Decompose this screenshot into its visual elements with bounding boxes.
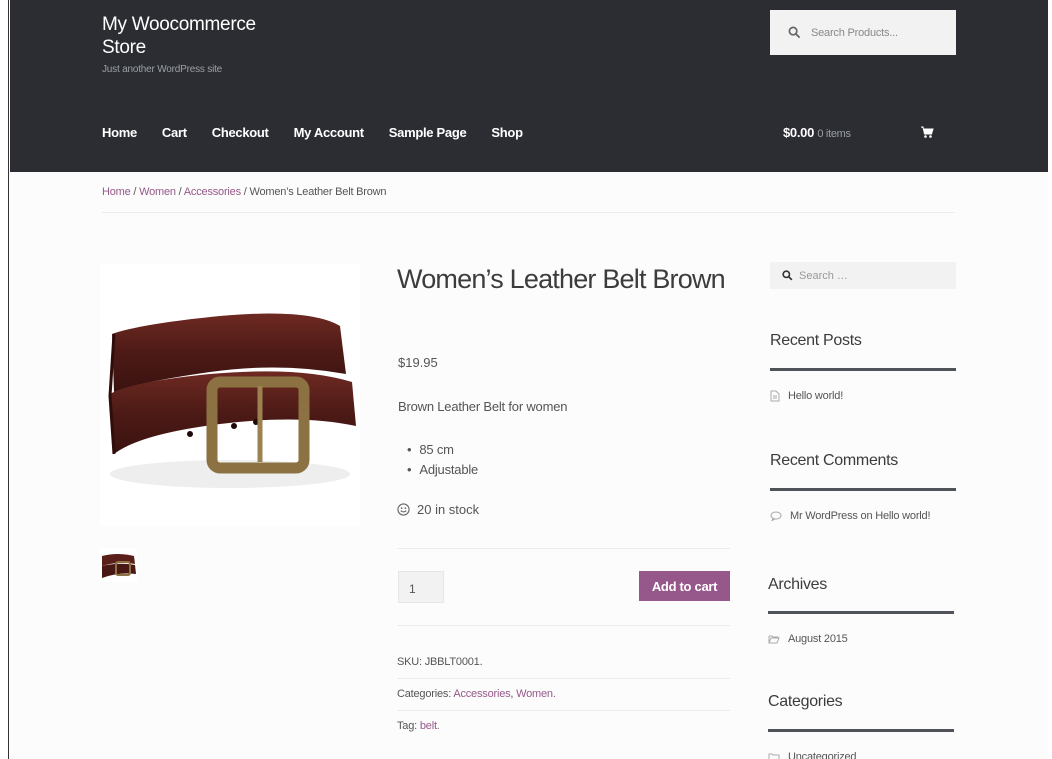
tag-link-belt[interactable]: belt.	[420, 720, 440, 732]
search-icon	[782, 270, 793, 281]
search-icon	[788, 26, 801, 39]
nav-checkout[interactable]: Checkout	[212, 125, 269, 140]
nav-home[interactable]: Home	[102, 125, 137, 140]
comment-icon	[770, 511, 782, 521]
breadcrumb-sep: /	[130, 186, 140, 198]
product-sku: SKU: JBBLT0001.	[397, 656, 483, 668]
categories-label: Categories:	[397, 688, 452, 700]
nav-cart[interactable]: Cart	[162, 125, 187, 140]
site-header: My Woocommerce Store Just another WordPr…	[10, 0, 1048, 172]
product-tags: Tag: belt.	[397, 720, 440, 732]
shopping-cart-icon[interactable]	[920, 125, 934, 139]
product-main-image[interactable]	[100, 264, 360, 526]
site-title[interactable]: My Woocommerce Store	[102, 13, 302, 59]
category-sep: ,	[510, 688, 514, 700]
product-categories: Categories: Accessories, Women.	[397, 688, 556, 700]
product-features: 85 cm Adjustable	[407, 440, 478, 480]
sku-label: SKU:	[397, 656, 422, 668]
nav-sample-page[interactable]: Sample Page	[389, 125, 467, 140]
window-edge-left	[0, 0, 9, 759]
add-to-cart-button[interactable]: Add to cart	[639, 571, 730, 601]
quantity-input[interactable]: 1	[398, 571, 444, 603]
smile-icon	[397, 503, 410, 516]
tag-label: Tag:	[397, 720, 417, 732]
widget-rule	[770, 488, 956, 491]
divider	[397, 710, 730, 711]
widget-rule	[768, 611, 954, 614]
list-item: Adjustable	[407, 460, 478, 480]
stock-status: 20 in stock	[397, 502, 479, 517]
product-short-description: Brown Leather Belt for women	[398, 399, 568, 414]
widget-title-categories: Categories	[768, 693, 843, 710]
recent-post-item: Hello world!	[770, 390, 843, 402]
product-price: $19.95	[398, 355, 438, 370]
category-link[interactable]: Uncategorized	[788, 751, 857, 759]
breadcrumb: Home / Women / Accessories / Women’s Lea…	[102, 186, 387, 198]
archive-item: August 2015	[768, 633, 848, 645]
divider	[397, 625, 730, 626]
sku-value: JBBLT0001.	[424, 656, 483, 668]
product-title: Women’s Leather Belt Brown	[397, 264, 726, 294]
folder-icon	[768, 753, 780, 759]
widget-title-recent-posts: Recent Posts	[770, 332, 862, 349]
breadcrumb-home[interactable]: Home	[102, 186, 131, 198]
divider	[397, 678, 730, 679]
sidebar-search-input[interactable]: Search …	[770, 262, 956, 289]
window-edge-right	[1048, 0, 1052, 759]
recent-comment-link[interactable]: Mr WordPress on Hello world!	[790, 510, 930, 522]
site-tagline: Just another WordPress site	[102, 64, 223, 75]
category-link-accessories[interactable]: Accessories	[453, 688, 510, 700]
breadcrumb-accessories[interactable]: Accessories	[184, 186, 241, 198]
breadcrumb-sep: /	[175, 186, 184, 198]
recent-post-link[interactable]: Hello world!	[788, 390, 843, 402]
primary-nav: Home Cart Checkout My Account Sample Pag…	[102, 125, 548, 140]
header-cart-total[interactable]: $0.00 0 items	[783, 125, 851, 140]
product-search-input[interactable]: Search Products...	[770, 10, 956, 55]
breadcrumb-divider	[102, 212, 955, 213]
widget-rule	[770, 368, 956, 371]
cart-amount: $0.00	[783, 125, 815, 140]
nav-shop[interactable]: Shop	[491, 125, 523, 140]
category-item: Uncategorized	[768, 751, 857, 759]
breadcrumb-current: Women’s Leather Belt Brown	[249, 186, 387, 198]
stock-text: 20 in stock	[417, 502, 480, 517]
search-placeholder: Search Products...	[811, 26, 898, 39]
widget-rule	[768, 729, 954, 732]
nav-my-account[interactable]: My Account	[294, 125, 365, 140]
belt-image	[108, 313, 356, 488]
widget-title-archives: Archives	[768, 576, 827, 593]
recent-comment-item: Mr WordPress on Hello world!	[770, 510, 930, 522]
product-thumbnail[interactable]	[100, 548, 137, 582]
list-item: 85 cm	[407, 440, 478, 460]
cart-item-count: 0 items	[817, 128, 851, 140]
widget-title-recent-comments: Recent Comments	[770, 452, 898, 469]
folder-open-icon	[768, 635, 780, 644]
document-icon	[770, 390, 780, 402]
category-link-women[interactable]: Women.	[516, 688, 556, 700]
breadcrumb-women[interactable]: Women	[139, 186, 176, 198]
divider	[397, 548, 730, 549]
archive-link[interactable]: August 2015	[788, 633, 848, 645]
sidebar-search-placeholder: Search …	[799, 269, 848, 282]
